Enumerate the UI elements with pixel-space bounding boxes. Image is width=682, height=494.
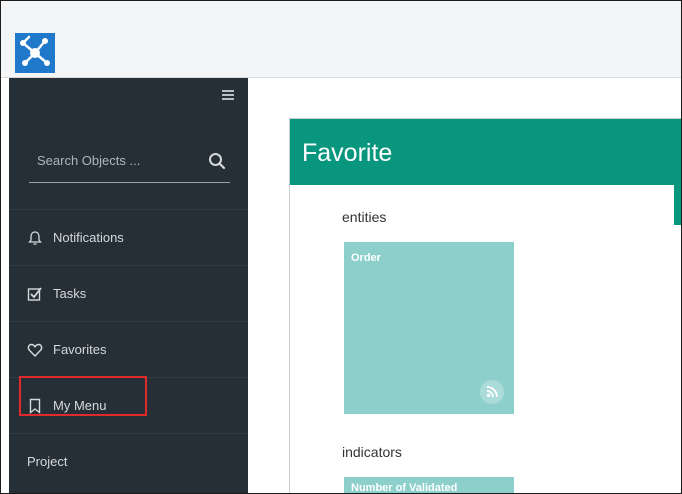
rss-icon[interactable] <box>480 380 504 404</box>
sidebar-item-notifications[interactable]: Notifications <box>9 209 248 265</box>
favorite-tile-order[interactable]: Order <box>344 242 514 414</box>
tile-label: Number of Validated <box>351 482 458 494</box>
sidebar-item-label: Project <box>27 454 68 469</box>
sidebar: Notifications Tasks Favorites My Menu Pr… <box>9 78 248 493</box>
my-menu-highlight <box>19 376 147 416</box>
top-bar <box>1 1 681 78</box>
sidebar-item-label: Favorites <box>53 342 107 357</box>
network-logo-icon[interactable] <box>15 33 55 73</box>
search-input[interactable] <box>35 148 189 172</box>
bell-icon <box>28 230 42 245</box>
sidebar-item-label: Notifications <box>53 230 124 245</box>
sidebar-item-project[interactable]: Project <box>9 433 248 489</box>
favorite-panel: Favorite entities Order indicators Numbe… <box>289 118 681 494</box>
sidebar-item-tasks[interactable]: Tasks <box>9 265 248 321</box>
search-box <box>29 138 230 183</box>
checkbox-icon <box>27 286 42 301</box>
heart-icon <box>27 343 43 357</box>
main-content: Favorite entities Order indicators Numbe… <box>248 78 681 493</box>
section-title-entities: entities <box>342 209 387 225</box>
panel-scrollbar[interactable] <box>674 185 681 225</box>
favorite-panel-header: Favorite <box>290 119 681 185</box>
sidebar-item-label: Tasks <box>53 286 87 301</box>
sidebar-item-favorites[interactable]: Favorites <box>9 321 248 377</box>
favorite-tile-number-of-validated[interactable]: Number of Validated <box>344 477 514 494</box>
search-icon[interactable] <box>208 152 226 170</box>
tile-label: Order <box>351 252 381 264</box>
hamburger-icon[interactable] <box>222 90 234 100</box>
panel-title: Favorite <box>302 139 393 167</box>
app-window: Notifications Tasks Favorites My Menu Pr… <box>0 0 682 494</box>
section-title-indicators: indicators <box>342 444 402 460</box>
